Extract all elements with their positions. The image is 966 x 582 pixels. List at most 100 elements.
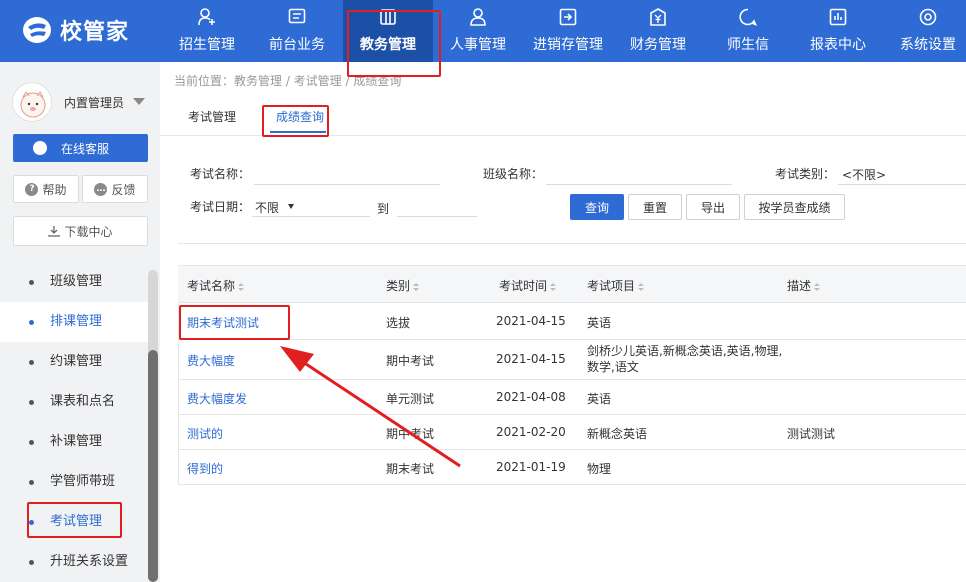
- exam-date-select[interactable]: 不限: [255, 199, 279, 216]
- sidebar-item-promotion[interactable]: 升班关系设置: [0, 542, 148, 582]
- th-subjects[interactable]: 考试项目: [587, 277, 645, 294]
- exam-name-link[interactable]: 得到的: [187, 460, 223, 477]
- avatar: [12, 82, 52, 122]
- table-row: 费大幅度发 单元测试 2021-04-08 英语: [178, 380, 966, 415]
- menu-label: 约课管理: [50, 354, 103, 369]
- sort-icon[interactable]: [413, 283, 420, 291]
- th-exam-name[interactable]: 考试名称: [187, 277, 245, 294]
- nav-item-front-desk[interactable]: 前台业务: [252, 0, 342, 62]
- annotation-box-menu: [27, 502, 122, 538]
- exam-subjects: 英语: [587, 316, 612, 330]
- nav-label: 进销存管理: [533, 37, 603, 53]
- nav-item-reports[interactable]: 报表中心: [793, 0, 883, 62]
- help-button[interactable]: ? 帮助: [13, 175, 79, 203]
- user-plus-icon: [198, 8, 215, 26]
- nav-label: 前台业务: [269, 37, 325, 53]
- menu-label: 升班关系设置: [50, 554, 129, 569]
- filter-divider: [178, 243, 966, 244]
- nav-item-settings[interactable]: 系统设置: [883, 0, 966, 62]
- chart-icon: [829, 8, 847, 26]
- th-exam-date[interactable]: 考试时间: [499, 277, 557, 294]
- table-row: 测试的 期中考试 2021-02-20 新概念英语 测试测试: [178, 415, 966, 450]
- exam-name-link[interactable]: 费大幅度: [187, 352, 235, 369]
- exam-name-link[interactable]: 费大幅度发: [187, 390, 247, 407]
- date-to-label: 到: [377, 202, 390, 216]
- user-menu[interactable]: 内置管理员: [12, 80, 152, 124]
- exam-date: 2021-01-19: [496, 460, 566, 474]
- sidebar-item-timetable[interactable]: 课表和点名: [0, 382, 148, 422]
- th-type[interactable]: 类别: [386, 277, 420, 294]
- nav-item-hr[interactable]: 人事管理: [433, 0, 523, 62]
- question-icon: ?: [25, 182, 39, 196]
- menu-label: 班级管理: [50, 274, 103, 289]
- menu-label: 课表和点名: [50, 394, 116, 409]
- exam-subjects: 剑桥少儿英语,新概念英语,英语,物理,数学,语文: [587, 344, 783, 374]
- date-end-input[interactable]: [397, 216, 477, 217]
- nav-label: 人事管理: [450, 37, 506, 53]
- class-name-label: 班级名称：: [483, 167, 544, 181]
- sidebar-item-class-management[interactable]: 班级管理: [0, 262, 148, 302]
- screen-icon: [288, 8, 306, 24]
- exam-date: 2021-04-15: [496, 314, 566, 328]
- bullet-icon: [29, 280, 34, 285]
- exam-subjects: 物理: [587, 462, 612, 476]
- exam-type: 期中考试: [386, 354, 435, 368]
- nav-item-messages[interactable]: 师生信: [703, 0, 793, 62]
- nav-item-inventory[interactable]: 进销存管理: [523, 0, 613, 62]
- nav-label: 报表中心: [810, 37, 866, 53]
- person-icon: [470, 8, 486, 26]
- bullet-icon: [29, 440, 34, 445]
- query-button[interactable]: 查询: [570, 194, 624, 220]
- nav-label: 师生信: [727, 37, 769, 53]
- sort-icon[interactable]: [238, 283, 245, 291]
- sidebar-scrollbar-thumb[interactable]: [148, 350, 158, 582]
- nav-item-enrollment[interactable]: 招生管理: [162, 0, 252, 62]
- feedback-icon: …: [94, 182, 108, 196]
- th-description[interactable]: 描述: [787, 277, 821, 294]
- sort-icon[interactable]: [638, 283, 645, 291]
- bullet-icon: [29, 320, 34, 325]
- bullet-icon: [29, 480, 34, 485]
- inbox-icon: [559, 8, 577, 26]
- money-icon: [650, 8, 666, 26]
- chat-icon: [739, 8, 757, 26]
- exam-name-link[interactable]: 测试的: [187, 425, 223, 442]
- exam-type-select[interactable]: <不限>: [842, 166, 886, 183]
- exam-type-underline: [838, 184, 966, 185]
- table-row: 得到的 期末考试 2021-01-19 物理: [178, 450, 966, 485]
- top-nav-bar: 校管家 招生管理 前台业务 教务管理 人事管理 进销存管理 财务管理 师生信 报…: [0, 0, 966, 62]
- bullet-icon: [29, 360, 34, 365]
- sidebar-item-makeup[interactable]: 补课管理: [0, 422, 148, 462]
- feedback-button[interactable]: … 反馈: [82, 175, 148, 203]
- menu-label: 排课管理: [50, 314, 103, 329]
- bullet-icon: [29, 560, 34, 565]
- nav-item-finance[interactable]: 财务管理: [613, 0, 703, 62]
- exam-type: 期中考试: [386, 427, 435, 441]
- table-row: 期末考试测试 选拔 2021-04-15 英语: [178, 303, 966, 340]
- online-service-button[interactable]: 在线客服: [13, 134, 148, 162]
- exam-date-underline: [252, 216, 370, 217]
- caret-down-icon: [133, 98, 145, 105]
- exam-date-label: 考试日期：: [190, 200, 251, 214]
- exam-subjects: 英语: [587, 392, 612, 406]
- sidebar-item-tutor-class[interactable]: 学管师带班: [0, 462, 148, 502]
- export-button[interactable]: 导出: [686, 194, 740, 220]
- exam-description: 测试测试: [787, 427, 836, 441]
- caret-down-icon: [288, 204, 294, 209]
- tab-exam-management[interactable]: 考试管理: [188, 108, 236, 125]
- query-by-student-button[interactable]: 按学员查成绩: [744, 194, 845, 220]
- sidebar-item-scheduling[interactable]: 排课管理: [0, 302, 148, 342]
- online-service-label: 在线客服: [61, 141, 110, 156]
- feedback-label: 反馈: [111, 182, 136, 197]
- exam-type-label: 考试类别：: [775, 167, 836, 181]
- sort-icon[interactable]: [814, 283, 821, 291]
- table-row: 费大幅度 期中考试 2021-04-15 剑桥少儿英语,新概念英语,英语,物理,…: [178, 340, 966, 380]
- service-chat-icon: [33, 141, 47, 155]
- reset-button[interactable]: 重置: [628, 194, 682, 220]
- gear-icon: [919, 8, 937, 26]
- download-center-button[interactable]: 下载中心: [13, 216, 148, 246]
- sort-icon[interactable]: [550, 283, 557, 291]
- app-logo[interactable]: 校管家: [22, 14, 129, 46]
- annotation-box-nav: [347, 10, 441, 77]
- sidebar-item-booking[interactable]: 约课管理: [0, 342, 148, 382]
